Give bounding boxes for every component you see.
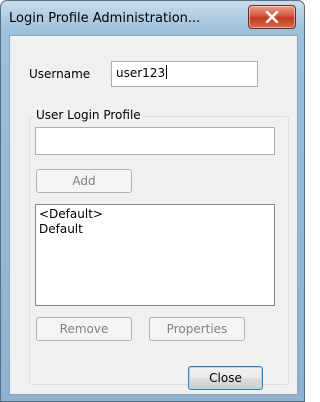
title-bar[interactable]: Login Profile Administration... [1,1,304,35]
window-close-button[interactable] [248,5,296,29]
add-button[interactable]: Add [36,169,132,193]
properties-button[interactable]: Properties [149,317,245,341]
profile-name-input[interactable] [35,127,275,155]
close-icon [265,11,279,23]
close-button[interactable]: Close [188,366,263,390]
window-title: Login Profile Administration... [9,11,201,26]
remove-button-label: Remove [59,322,109,336]
profile-listbox[interactable]: <Default> Default [35,204,275,306]
list-item[interactable]: Default [39,222,271,237]
username-input[interactable]: user123 [111,61,258,87]
group-legend: User Login Profile [33,108,144,122]
username-value: user123 [116,66,166,80]
list-item[interactable]: <Default> [39,207,271,222]
remove-button[interactable]: Remove [36,317,132,341]
properties-button-label: Properties [166,322,228,336]
dialog-window: Login Profile Administration... Username… [0,0,305,402]
close-button-label: Close [209,371,242,385]
username-label: Username [29,67,91,81]
add-button-label: Add [72,174,96,188]
text-caret [166,65,168,79]
dialog-client-area: Username user123 User Login Profile Add … [9,35,298,395]
